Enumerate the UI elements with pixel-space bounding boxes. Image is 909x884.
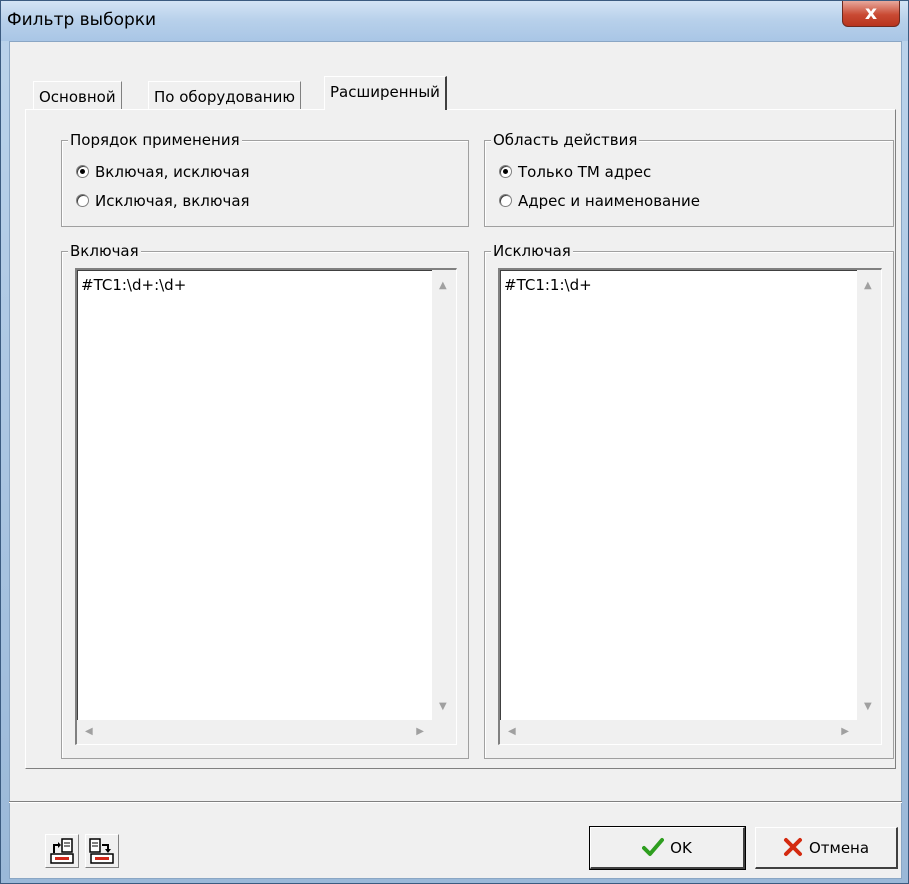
cancel-button[interactable]: Отмена (755, 827, 898, 869)
scroll-right-icon[interactable]: ▶ (416, 726, 424, 737)
tab-advanced[interactable]: Расширенный (324, 76, 447, 110)
ok-label: OK (670, 839, 692, 857)
exclude-horizontal-scrollbar[interactable]: ◀ ▶ (500, 720, 857, 744)
exclude-pattern-text: #TC1:1:\d+ (504, 276, 592, 294)
scroll-right-icon[interactable]: ▶ (841, 726, 849, 737)
exclude-vertical-scrollbar[interactable]: ▲ ▼ (857, 270, 881, 720)
exclude-textarea[interactable]: #TC1:1:\d+ ▲ ▼ ◀ ▶ (498, 268, 882, 745)
scroll-up-icon[interactable]: ▲ (864, 280, 872, 291)
exclude-group-title: Исключая (491, 242, 573, 260)
window-title: Фильтр выборки (7, 10, 157, 30)
radio-unchecked-icon (76, 194, 89, 207)
tab-equipment[interactable]: По оборудованию (148, 81, 301, 109)
scroll-down-icon[interactable]: ▼ (439, 701, 447, 712)
include-textarea[interactable]: #TC1:\d+:\d+ ▲ ▼ ◀ ▶ (75, 268, 457, 745)
export-button[interactable] (85, 834, 119, 868)
radio-checked-icon (499, 165, 512, 178)
cancel-label: Отмена (808, 839, 870, 857)
radio-include-exclude[interactable]: Включая, исключая (76, 163, 250, 181)
include-pattern-text: #TC1:\d+:\d+ (81, 276, 187, 294)
include-horizontal-scrollbar[interactable]: ◀ ▶ (77, 720, 432, 744)
scroll-left-icon[interactable]: ◀ (85, 726, 93, 737)
cross-icon (783, 838, 802, 856)
include-group-title: Включая (68, 242, 141, 260)
filter-dialog-window: Фильтр выборки x Основной По оборудовани… (0, 0, 909, 884)
include-groupbox: Включая #TC1:\d+:\d+ ▲ ▼ ◀ ▶ (61, 242, 469, 759)
radio-label: Адрес и наименование (518, 192, 701, 210)
ok-button[interactable]: OK (589, 826, 746, 870)
scope-group-title: Область действия (491, 131, 640, 149)
scope-groupbox: Область действия Только ТМ адрес Адрес и… (484, 131, 894, 227)
radio-label: Исключая, включая (95, 192, 250, 210)
bottom-separator (9, 801, 902, 803)
radio-tm-address-only[interactable]: Только ТМ адрес (499, 163, 651, 181)
scroll-left-icon[interactable]: ◀ (508, 726, 516, 737)
export-icon (89, 838, 114, 864)
scrollbar-corner (857, 720, 881, 744)
close-button[interactable]: x (842, 1, 900, 27)
import-button[interactable] (45, 834, 79, 868)
radio-unchecked-icon (499, 194, 512, 207)
tab-basic[interactable]: Основной (33, 81, 122, 109)
title-bar[interactable]: Фильтр выборки x (1, 1, 908, 41)
checkmark-icon (642, 838, 665, 856)
exclude-groupbox: Исключая #TC1:1:\d+ ▲ ▼ ◀ ▶ (484, 242, 894, 759)
import-icon (50, 838, 74, 864)
order-group-title: Порядок применения (68, 131, 242, 149)
order-groupbox: Порядок применения Включая, исключая Иск… (61, 131, 469, 227)
radio-label: Включая, исключая (95, 163, 250, 181)
radio-checked-icon (76, 165, 89, 178)
radio-address-and-name[interactable]: Адрес и наименование (499, 192, 700, 210)
scroll-up-icon[interactable]: ▲ (439, 280, 447, 291)
radio-label: Только ТМ адрес (518, 163, 652, 181)
include-vertical-scrollbar[interactable]: ▲ ▼ (432, 270, 456, 720)
scroll-down-icon[interactable]: ▼ (864, 701, 872, 712)
radio-exclude-include[interactable]: Исключая, включая (76, 192, 250, 210)
scrollbar-corner (432, 720, 456, 744)
